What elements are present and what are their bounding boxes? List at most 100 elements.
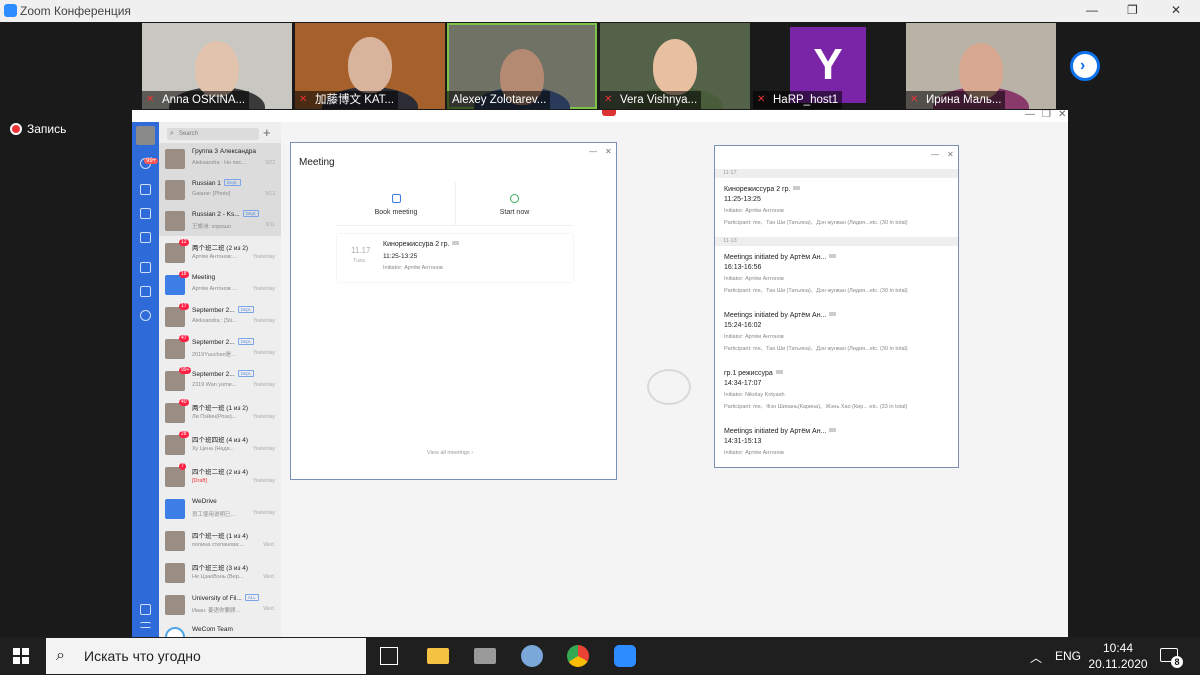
hamburger-icon[interactable] xyxy=(140,622,151,628)
dept-tag: Dept. xyxy=(237,306,255,313)
dialog-minimize-icon[interactable]: — xyxy=(589,147,597,156)
entry-initiator: Initiator: Артём Антонов xyxy=(724,450,784,456)
tray-chevron-up-icon[interactable]: ︿ xyxy=(1030,649,1042,666)
chat-preview: Артём Антонов:... xyxy=(192,254,237,260)
chat-item[interactable]: 四个班一班 (1 из 4) полина степанова:... Wed. xyxy=(159,525,281,556)
dept-tag: Dept. xyxy=(237,370,255,377)
wedrive-icon xyxy=(165,499,185,519)
notifications-icon[interactable]: 8 xyxy=(1160,648,1183,668)
close-button[interactable]: ✕ xyxy=(1171,3,1181,17)
chat-name: 四个班三班 (3 из 4) xyxy=(192,565,249,572)
chat-name: 四个班四班 (4 из 4) xyxy=(192,437,249,444)
chat-name: WeDrive xyxy=(192,498,217,505)
meeting-entry[interactable]: Meetings initiated by Артём Ан... 16:13-… xyxy=(724,254,908,294)
share-toolbar-tab[interactable] xyxy=(602,110,616,116)
input-language[interactable]: ENG xyxy=(1055,649,1081,663)
book-meeting-button[interactable]: Book meeting xyxy=(337,182,455,226)
file-explorer-icon[interactable] xyxy=(427,648,449,664)
date-header: 11-13 xyxy=(715,237,958,246)
chat-item[interactable]: 47 September 2... Dept. 2019Yuuchan是... Yest… xyxy=(159,333,281,364)
zoom-app-icon[interactable] xyxy=(614,645,636,667)
date-header: 11-17 xyxy=(715,169,958,178)
dialog-close-icon[interactable]: ✕ xyxy=(947,150,954,159)
taskbar-clock[interactable]: 10:44 20.11.2020 xyxy=(1088,640,1148,672)
chat-item[interactable]: Группа 3 Александра Aleksandra : Но пис..… xyxy=(159,143,281,174)
video-strip: ✕ Anna OSKINA... ✕ 加藤博文 KAT... Alexey Zolo… xyxy=(0,22,1200,110)
chat-name: September 2... xyxy=(192,371,235,378)
chat-item[interactable]: 99+ September 2... Dept. 2319 Wan yume... Ye… xyxy=(159,365,281,396)
chat-avatar xyxy=(165,531,185,551)
chat-item[interactable]: 7 四个班二班 (2 из 4) [Draft] Yesterday xyxy=(159,461,281,492)
unread-badge: 28 xyxy=(179,431,189,438)
video-icon xyxy=(452,241,460,245)
chat-name: 两个班二班 (2 из 2) xyxy=(192,245,249,252)
meeting-initiator: Initiator: Артём Антонов xyxy=(383,265,443,271)
add-button[interactable]: + xyxy=(263,125,271,140)
drive-icon[interactable] xyxy=(140,286,151,297)
workspace-icon[interactable] xyxy=(140,232,151,243)
dialog-minimize-icon[interactable]: — xyxy=(931,150,939,159)
participant-tile-active[interactable]: Alexey Zolotarev... xyxy=(447,23,597,109)
participant-tile[interactable]: ✕ Ирина Маль... xyxy=(906,23,1056,109)
chat-name: Russian 2 - Ks... xyxy=(192,211,240,218)
chat-item[interactable]: 18 Meeting Артём Антонов ... Yesterday xyxy=(159,269,281,300)
meeting-icon[interactable] xyxy=(140,310,151,321)
dialog-close-icon[interactable]: ✕ xyxy=(605,147,612,156)
participant-tile[interactable]: ✕ Anna OSKINA... xyxy=(142,23,292,109)
chat-avatar xyxy=(165,211,185,231)
chat-item[interactable]: 40 两个班一班 (1 из 2) Ли Пэйин(Роза)... Yesterd… xyxy=(159,397,281,428)
meeting-entry[interactable]: гр.1 режиссура 14:34-17:07 Initiator: Ni… xyxy=(724,370,907,410)
chat-avatar xyxy=(165,403,185,423)
recording-indicator[interactable]: Запись xyxy=(10,122,66,136)
task-view-icon[interactable] xyxy=(380,647,398,665)
chat-item[interactable]: 17 September 2... Dept. Aleksandra : [Sti..… xyxy=(159,301,281,332)
paint-app-icon[interactable] xyxy=(521,645,543,667)
docs-icon[interactable] xyxy=(140,262,151,273)
chat-item[interactable]: Russian 2 - Ks... Dept. 王愉洲: хорошо 9/11 xyxy=(159,205,281,236)
participant-tile[interactable]: ✕ 加藤博文 KAT... xyxy=(295,23,445,109)
windows-start-button[interactable] xyxy=(13,648,29,664)
dialog-title: Meeting xyxy=(299,157,335,168)
dept-tag: Dept. xyxy=(237,338,255,345)
chat-item[interactable]: 12 两个班二班 (2 из 2) Артём Антонов:... Yesterd… xyxy=(159,237,281,268)
chat-name: September 2... xyxy=(192,339,235,346)
chat-item[interactable]: WeDrive 员工使用说明已... Yesterday xyxy=(159,493,281,524)
participant-tile[interactable]: ✕ Vera Vishnya... xyxy=(600,23,750,109)
calendar-icon[interactable] xyxy=(140,208,151,219)
chat-item[interactable]: WeCom Team xyxy=(159,621,281,637)
chat-item[interactable]: 28 四个班四班 (4 из 4) Ху Цена (Надя... Yesterda… xyxy=(159,429,281,460)
chat-name: 四个班一班 (1 из 4) xyxy=(192,533,249,540)
chat-avatar xyxy=(165,467,185,487)
search-input[interactable]: ⌕ Search xyxy=(167,128,259,140)
menu-icon[interactable] xyxy=(140,604,151,615)
chat-item[interactable]: University of Fil... ALL Иван: 姜语你要顾... Wed… xyxy=(159,589,281,620)
unread-badge: 12 xyxy=(179,239,189,246)
chat-item[interactable]: Russian 1 Dept. Gaiane: [Photo] 9/13 xyxy=(159,174,281,205)
scanner-app-icon[interactable] xyxy=(474,648,496,664)
shared-screen: — ❐ ✕ 99+ ⌕ Search + Группа 3 Александра A… xyxy=(132,110,1068,637)
chat-time: Yesterday xyxy=(252,318,275,324)
chrome-browser-icon[interactable] xyxy=(567,645,589,667)
participant-name: 加藤博文 KAT... xyxy=(315,94,395,106)
participant-tile[interactable]: Y ✕ HaRP_host1 xyxy=(753,23,903,109)
start-now-button[interactable]: Start now xyxy=(455,182,573,226)
maximize-button[interactable]: ❐ xyxy=(1127,3,1138,17)
unread-badge: 99+ xyxy=(179,367,192,374)
next-page-button[interactable]: › xyxy=(1070,51,1100,81)
chat-name: September 2... xyxy=(192,307,235,314)
entry-initiator: Initiator: Артём Антонов xyxy=(724,208,784,214)
entry-participants: Participant: me、Тан Ши (Татьяна)、Дэн жун… xyxy=(724,220,908,226)
meeting-entry[interactable]: Кинорежиссура 2 гр. 11:25-13:25 Initiato… xyxy=(724,186,908,226)
profile-avatar[interactable] xyxy=(136,126,155,145)
meeting-entry[interactable]: Meetings initiated by Артём Ан... 14:31-… xyxy=(724,428,837,456)
view-all-meetings-link[interactable]: View all meetings › xyxy=(427,450,473,456)
chat-item[interactable]: 四个班三班 (3 из 4) Не ЦзаоВэнь (Вер... Wed. xyxy=(159,557,281,588)
chat-preview: Aleksandra : Но пис... xyxy=(192,160,247,166)
meeting-dialog: — ✕ Meeting Book meeting Start now 11.17… xyxy=(290,142,617,480)
meeting-entry[interactable]: Meetings initiated by Артём Ан... 15:24-… xyxy=(724,312,908,352)
taskbar-search-placeholder: Искать что угодно xyxy=(84,648,201,664)
meeting-card[interactable]: 11.17 Tues. Кинорежиссура 2 гр. 11:25-13… xyxy=(337,234,573,282)
minimize-button[interactable]: — xyxy=(1086,3,1098,17)
taskbar-search-input[interactable]: ⌕ Искать что угодно xyxy=(46,638,366,674)
contacts-icon[interactable] xyxy=(140,184,151,195)
